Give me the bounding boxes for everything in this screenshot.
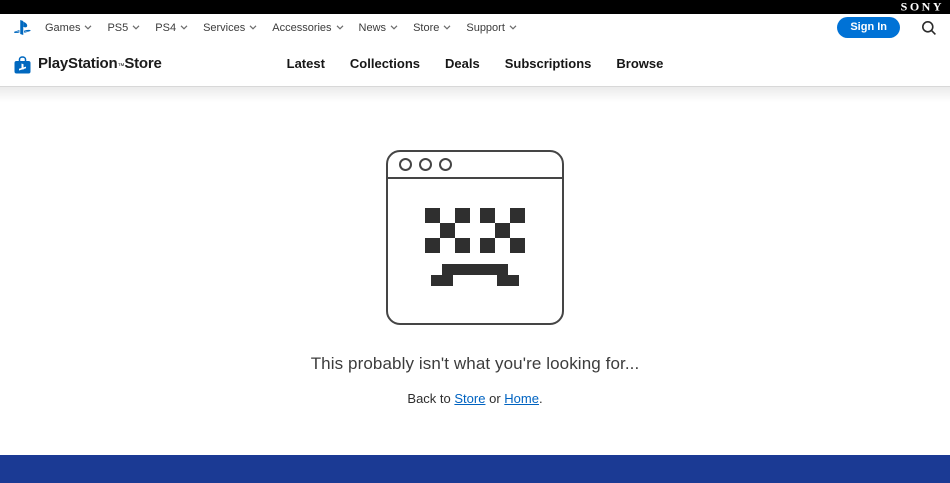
browser-window-titlebar xyxy=(388,152,562,179)
window-circle-icon xyxy=(399,158,412,171)
back-links-line: Back to Store or Home. xyxy=(407,391,542,406)
store-link[interactable]: Store xyxy=(454,391,485,406)
top-nav-item-ps4[interactable]: PS4 xyxy=(155,22,188,34)
top-nav-item-store[interactable]: Store xyxy=(413,22,451,34)
top-nav-item-games[interactable]: Games xyxy=(45,22,92,34)
top-nav-item-ps5[interactable]: PS5 xyxy=(107,22,140,34)
playstation-store-logo[interactable]: PlayStation™Store xyxy=(14,54,162,74)
error-message: This probably isn't what you're looking … xyxy=(310,354,640,373)
top-nav-item-support[interactable]: Support xyxy=(466,22,517,34)
store-brand-text: PlayStation™Store xyxy=(38,55,162,72)
top-nav-item-label: Store xyxy=(413,21,440,34)
top-nav-item-label: News xyxy=(358,21,387,34)
chevron-down-icon xyxy=(84,25,92,30)
brand-playstation: PlayStation xyxy=(38,55,118,72)
sad-browser-window-illustration xyxy=(386,150,564,325)
window-circle-icon xyxy=(419,158,432,171)
top-nav-right: Sign In xyxy=(837,16,937,39)
sony-top-bar: SONY xyxy=(0,0,950,14)
store-nav-subscriptions[interactable]: Subscriptions xyxy=(505,56,592,71)
store-nav-browse[interactable]: Browse xyxy=(616,56,663,71)
home-link[interactable]: Home xyxy=(504,391,539,406)
store-nav-latest[interactable]: Latest xyxy=(287,56,325,71)
top-nav-item-accessories[interactable]: Accessories xyxy=(272,22,343,34)
brand-store: Store xyxy=(124,55,162,72)
chevron-down-icon xyxy=(336,25,344,30)
chevron-down-icon xyxy=(132,25,140,30)
store-nav: PlayStation™Store Latest Collections Dea… xyxy=(0,41,950,87)
top-nav-item-label: Support xyxy=(466,21,505,34)
conjunction-text: or xyxy=(489,391,501,406)
store-bag-icon xyxy=(14,55,31,73)
pixel-x-eye-icon xyxy=(480,208,525,253)
top-nav: Games PS5 PS4 Services Accessories News … xyxy=(0,14,950,41)
top-nav-item-label: Games xyxy=(45,21,81,34)
sad-pixel-face xyxy=(388,179,562,286)
top-nav-items: Games PS5 PS4 Services Accessories News … xyxy=(45,22,517,34)
store-nav-deals[interactable]: Deals xyxy=(445,56,480,71)
top-nav-item-news[interactable]: News xyxy=(359,22,399,34)
chevron-down-icon xyxy=(180,25,188,30)
top-nav-item-label: Accessories xyxy=(272,21,332,34)
sign-in-button[interactable]: Sign In xyxy=(837,16,900,39)
chevron-down-icon xyxy=(509,25,517,30)
pixel-x-eye-icon xyxy=(425,208,470,253)
period-text: . xyxy=(538,391,543,406)
chevron-down-icon xyxy=(390,25,398,30)
pixel-eyes xyxy=(425,208,525,253)
store-nav-collections[interactable]: Collections xyxy=(350,56,420,71)
top-nav-item-services[interactable]: Services xyxy=(203,22,257,34)
back-prefix-text: Back to xyxy=(407,391,451,406)
chevron-down-icon xyxy=(249,25,257,30)
search-icon[interactable] xyxy=(921,20,937,36)
sony-logo: SONY xyxy=(900,0,944,14)
pixel-frown-mouth-icon xyxy=(431,264,519,286)
top-nav-item-label: PS5 xyxy=(107,21,129,34)
top-nav-item-label: Services xyxy=(203,21,246,34)
top-nav-item-label: PS4 xyxy=(155,21,177,34)
chevron-down-icon xyxy=(443,25,451,30)
error-page: This probably isn't what you're looking … xyxy=(0,87,950,455)
window-circle-icon xyxy=(439,158,452,171)
playstation-logo-icon[interactable] xyxy=(13,20,32,35)
footer-bar xyxy=(0,455,950,483)
